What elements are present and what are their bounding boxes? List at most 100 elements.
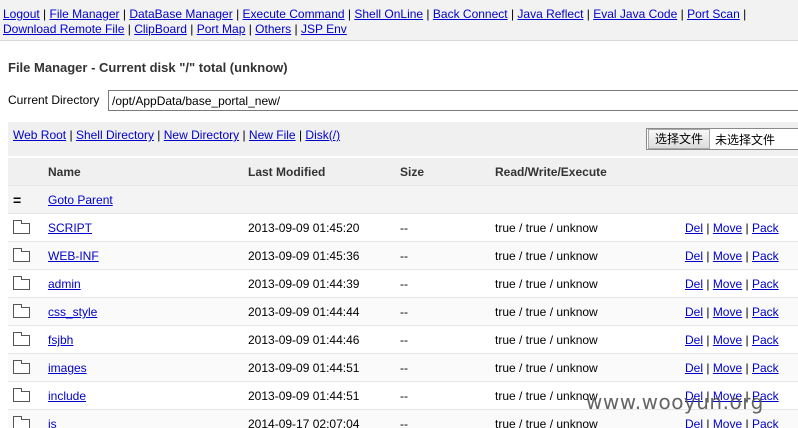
file-status-text: 未选择文件 <box>715 132 776 147</box>
folder-icon-cell <box>13 410 33 428</box>
toolbar-link-web-root[interactable]: Web Root <box>13 128 66 142</box>
entry-actions: Del | Move | Pack <box>685 298 779 326</box>
pack-link[interactable]: Pack <box>752 305 779 319</box>
entry-size: -- <box>400 249 408 263</box>
goto-parent-row: = Goto Parent <box>8 186 798 214</box>
nav-link-java-reflect[interactable]: Java Reflect <box>517 7 583 21</box>
table-row: css_style 2013-09-09 01:44:44 -- true / tru… <box>8 298 798 326</box>
action-separator: | <box>742 221 752 235</box>
header-last-modified: Last Modified <box>248 165 326 179</box>
folder-icon-cell <box>13 382 33 410</box>
action-separator: | <box>703 305 713 319</box>
action-separator: | <box>742 277 752 291</box>
nav-link-eval-java-code[interactable]: Eval Java Code <box>593 7 677 21</box>
move-link[interactable]: Move <box>713 249 742 263</box>
folder-icon-cell <box>13 270 33 298</box>
entry-actions: Del | Move | Pack <box>685 354 779 382</box>
nav-link-port-map[interactable]: Port Map <box>197 22 246 36</box>
entry-name-link[interactable]: css_style <box>48 298 97 326</box>
table-row: images 2013-09-09 01:44:51 -- true / true /… <box>8 354 798 382</box>
move-link[interactable]: Move <box>713 305 742 319</box>
nav-link-back-connect[interactable]: Back Connect <box>433 7 508 21</box>
entry-name-link[interactable]: SCRIPT <box>48 214 92 242</box>
pack-link[interactable]: Pack <box>752 277 779 291</box>
nav-link-port-scan[interactable]: Port Scan <box>687 7 740 21</box>
nav-link-clipboard[interactable]: ClipBoard <box>134 22 187 36</box>
top-navigation: Logout | File Manager | DataBase Manager… <box>0 0 798 41</box>
nav-link-download-remote-file[interactable]: Download Remote File <box>3 22 124 36</box>
folder-icon <box>13 360 30 374</box>
entry-last-modified: 2013-09-09 01:44:51 <box>248 389 360 403</box>
nav-link-database-manager[interactable]: DataBase Manager <box>129 7 232 21</box>
move-link[interactable]: Move <box>713 277 742 291</box>
entry-size: -- <box>400 221 408 235</box>
nav-link-execute-command[interactable]: Execute Command <box>243 7 345 21</box>
delete-link[interactable]: Del <box>685 333 703 347</box>
delete-link[interactable]: Del <box>685 221 703 235</box>
table-row: SCRIPT 2013-09-09 01:45:20 -- true / true /… <box>8 214 798 242</box>
move-link[interactable]: Move <box>713 221 742 235</box>
folder-icon-cell <box>13 298 33 326</box>
entry-name-link[interactable]: js <box>48 410 57 428</box>
table-row: fsjbh 2013-09-09 01:44:46 -- true / true / … <box>8 326 798 354</box>
entry-actions: Del | Move | Pack <box>685 270 779 298</box>
nav-link-file-manager[interactable]: File Manager <box>50 7 120 21</box>
pack-link[interactable]: Pack <box>752 417 779 428</box>
action-separator: | <box>742 417 752 428</box>
watermark: www.wooyun.org <box>586 390 764 414</box>
folder-icon-cell <box>13 326 33 354</box>
file-table: Name Last Modified Size Read/Write/Execu… <box>8 158 798 428</box>
delete-link[interactable]: Del <box>685 361 703 375</box>
folder-icon-cell <box>13 242 33 270</box>
toolbar-separator: | <box>153 128 164 142</box>
entry-name-link[interactable]: fsjbh <box>48 326 73 354</box>
goto-parent-link[interactable]: Goto Parent <box>48 186 113 214</box>
delete-link[interactable]: Del <box>685 417 703 428</box>
file-upload-picker[interactable]: 选择文件 未选择文件 <box>646 128 798 150</box>
table-header-row: Name Last Modified Size Read/Write/Execu… <box>8 158 798 186</box>
nav-separator: | <box>739 7 747 21</box>
pack-link[interactable]: Pack <box>752 333 779 347</box>
entry-size: -- <box>400 417 408 428</box>
nav-link-shell-online[interactable]: Shell OnLine <box>354 7 423 21</box>
entry-name-link[interactable]: WEB-INF <box>48 242 99 270</box>
table-row: WEB-INF 2013-09-09 01:45:36 -- true / true … <box>8 242 798 270</box>
action-separator: | <box>742 305 752 319</box>
toolbar-link-new-directory[interactable]: New Directory <box>164 128 239 142</box>
move-link[interactable]: Move <box>713 417 742 428</box>
entry-last-modified: 2013-09-09 01:44:46 <box>248 333 360 347</box>
choose-file-button[interactable]: 选择文件 <box>648 129 711 149</box>
entry-name-link[interactable]: images <box>48 354 87 382</box>
move-link[interactable]: Move <box>713 333 742 347</box>
move-link[interactable]: Move <box>713 361 742 375</box>
folder-icon-cell <box>13 354 33 382</box>
delete-link[interactable]: Del <box>685 249 703 263</box>
nav-separator: | <box>291 22 301 36</box>
current-directory-label: Current Directory <box>8 93 100 107</box>
delete-link[interactable]: Del <box>685 277 703 291</box>
current-directory-input[interactable] <box>108 90 798 111</box>
toolbar-link-disk[interactable]: Disk(/) <box>305 128 340 142</box>
toolbar-link-new-file[interactable]: New File <box>249 128 296 142</box>
entry-size: -- <box>400 361 408 375</box>
action-separator: | <box>703 277 713 291</box>
nav-separator: | <box>677 7 688 21</box>
entry-name-link[interactable]: include <box>48 382 86 410</box>
toolbar-link-shell-directory[interactable]: Shell Directory <box>76 128 154 142</box>
nav-link-others[interactable]: Others <box>255 22 291 36</box>
nav-separator: | <box>232 7 243 21</box>
nav-separator: | <box>245 22 256 36</box>
entry-actions: Del | Move | Pack <box>685 326 779 354</box>
entry-last-modified: 2013-09-09 01:45:36 <box>248 249 360 263</box>
entry-name-link[interactable]: admin <box>48 270 81 298</box>
pack-link[interactable]: Pack <box>752 221 779 235</box>
nav-separator: | <box>507 7 518 21</box>
pack-link[interactable]: Pack <box>752 361 779 375</box>
pack-link[interactable]: Pack <box>752 249 779 263</box>
entry-size: -- <box>400 305 408 319</box>
nav-link-jsp-env[interactable]: JSP Env <box>301 22 347 36</box>
nav-link-logout[interactable]: Logout <box>3 7 40 21</box>
entry-permissions: true / true / unknow <box>495 417 598 428</box>
delete-link[interactable]: Del <box>685 305 703 319</box>
action-separator: | <box>703 221 713 235</box>
